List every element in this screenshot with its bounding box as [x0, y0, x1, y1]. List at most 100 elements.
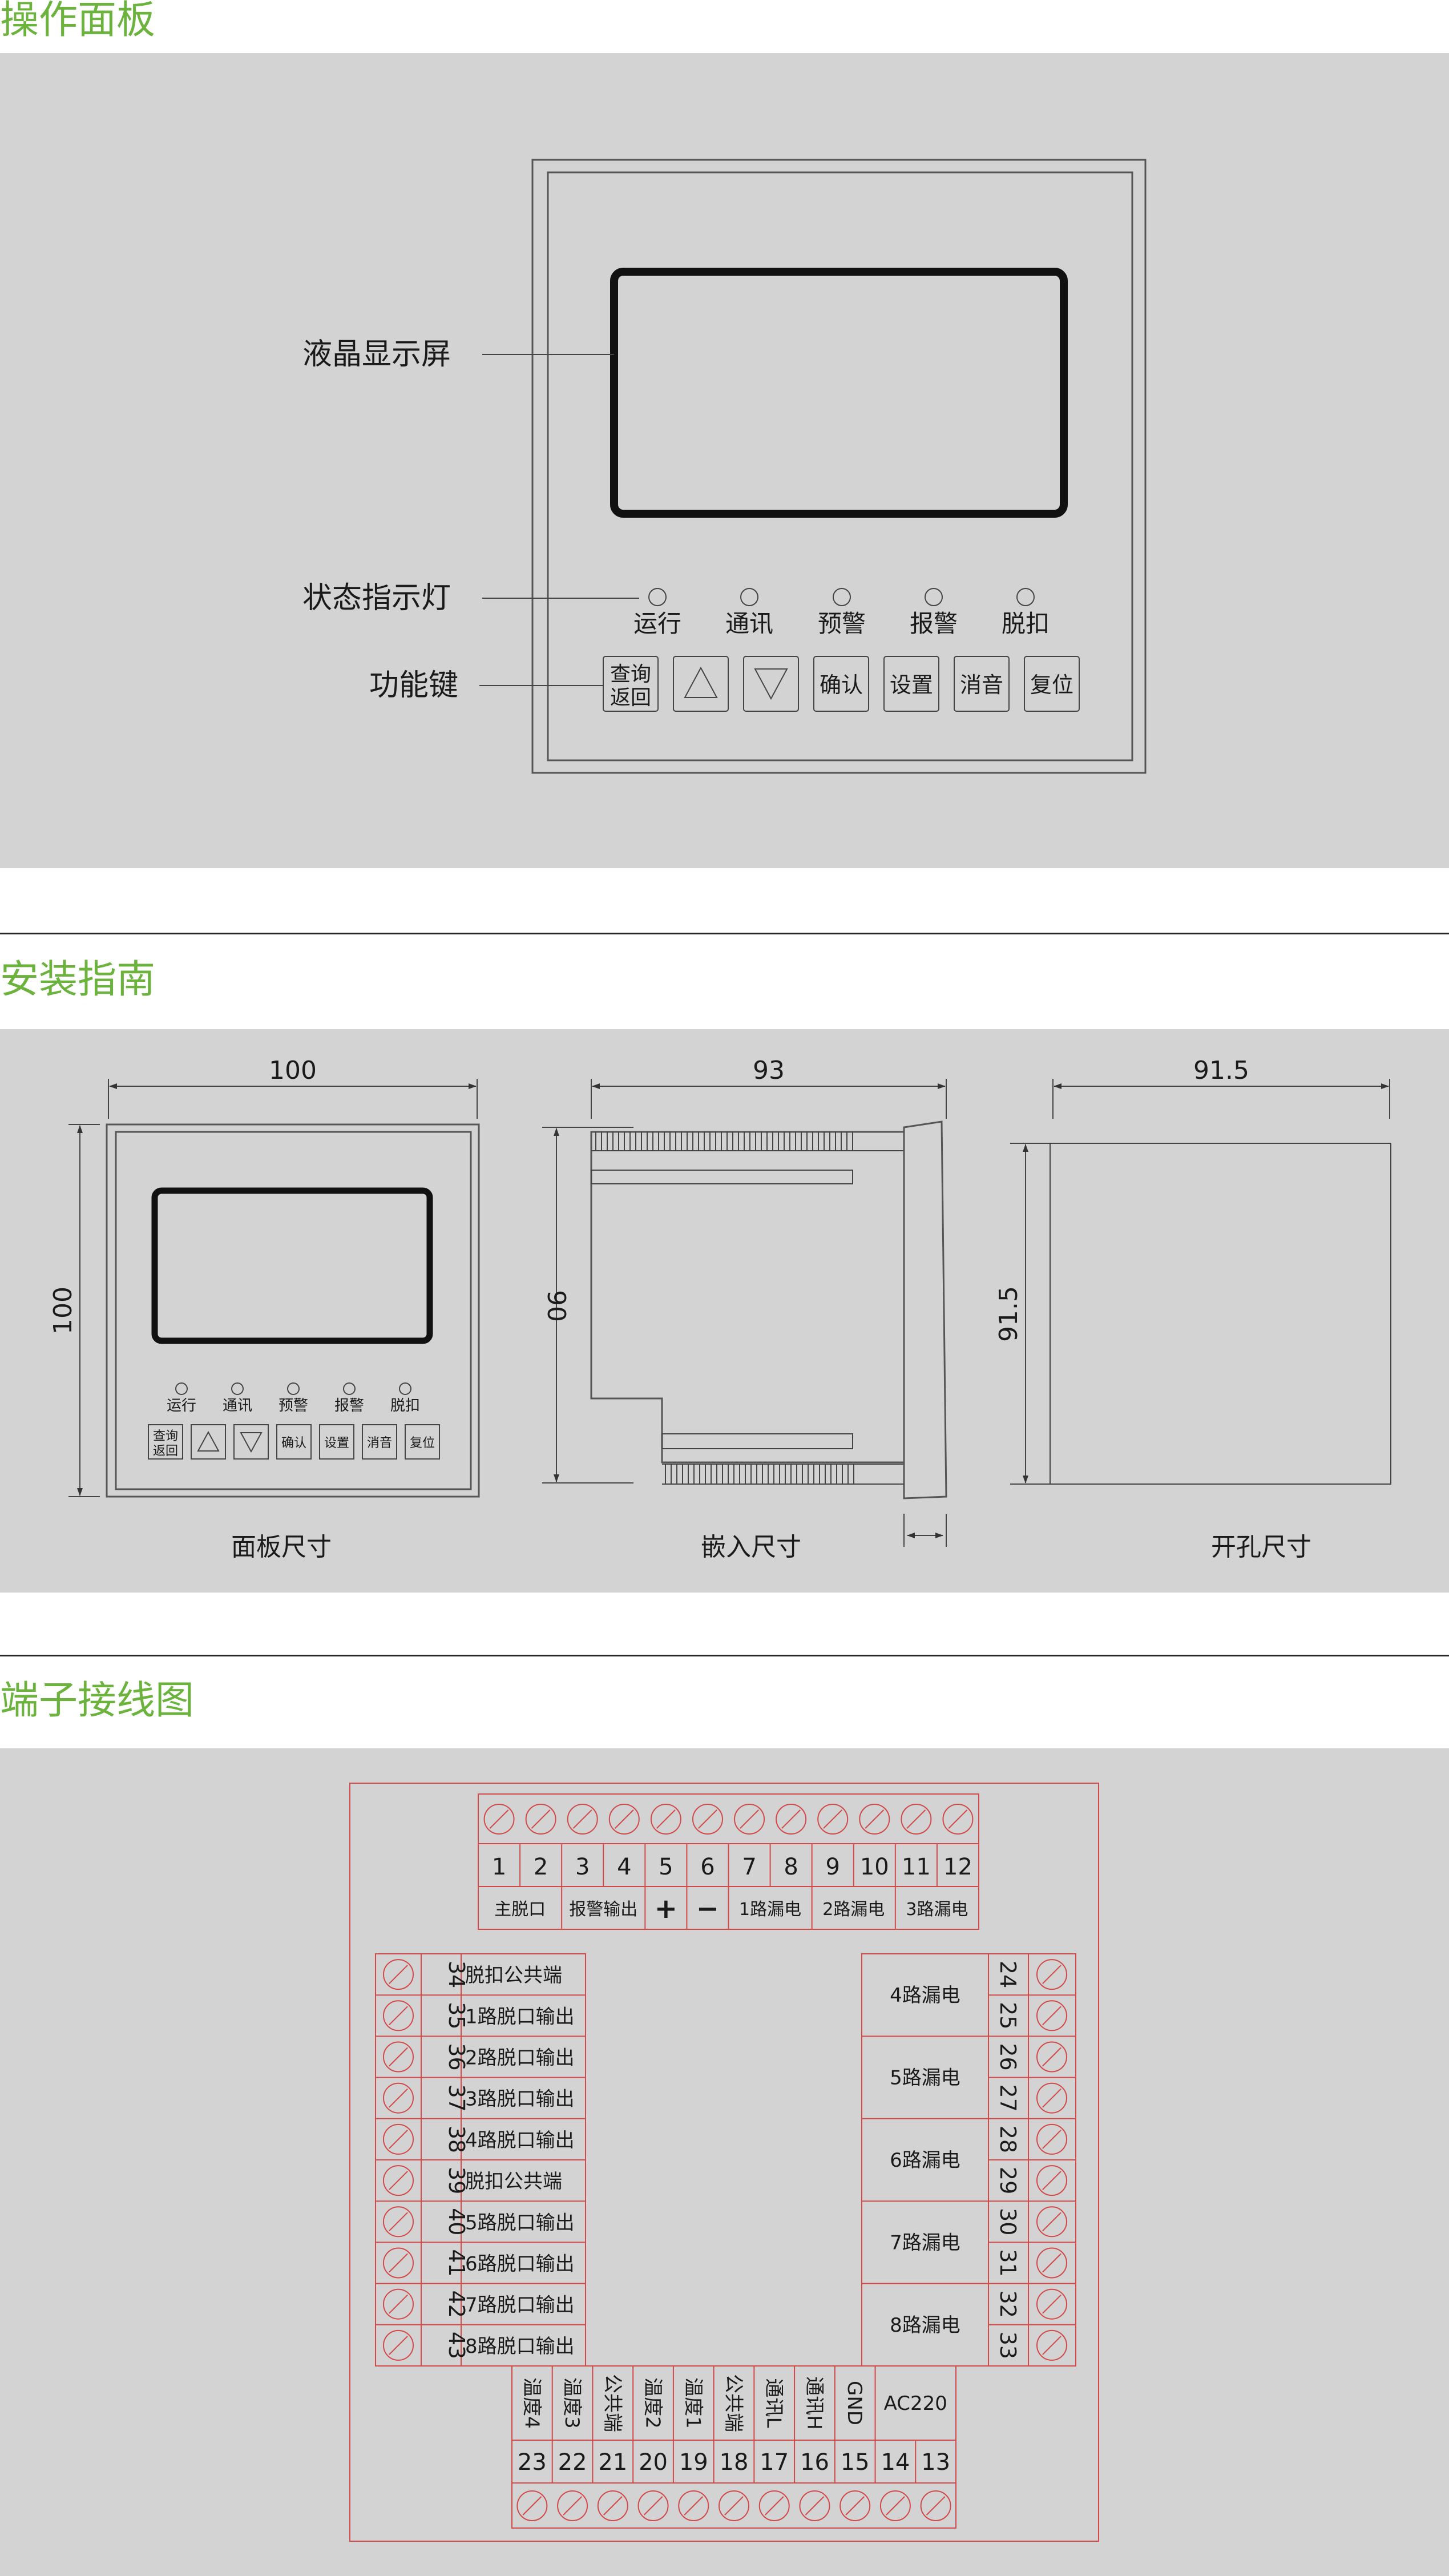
indicator-comm: 通讯: [725, 588, 773, 638]
screw-slot: [698, 1809, 717, 1829]
screw-slot: [740, 1809, 759, 1829]
panel-size-caption: 面板尺寸: [231, 1533, 332, 1562]
mini-down-icon: [240, 1432, 263, 1453]
terminal-label: GND: [843, 2381, 866, 2425]
terminal-label: 7路脱口输出: [465, 2294, 575, 2317]
terminal-number: 9: [825, 1854, 839, 1880]
indicator-label: 运行: [633, 610, 681, 638]
terminal-group-label: −: [696, 1893, 719, 1925]
mini-key-label: 查询: [153, 1429, 178, 1444]
cutout-height-value: 91.5: [994, 1286, 1023, 1342]
terminal-number: 18: [720, 2449, 749, 2476]
panel-height-value: 100: [49, 1287, 78, 1335]
terminal-number: 21: [598, 2449, 627, 2476]
screw-slot: [531, 1809, 551, 1829]
screw-slot: [1042, 1965, 1061, 1984]
down-triangle-icon: [754, 668, 788, 700]
down-key[interactable]: [743, 656, 799, 712]
embed-width-value: 93: [753, 1056, 785, 1085]
terminal-label: 3路脱口输出: [465, 2088, 575, 2111]
terminal-number: 20: [639, 2449, 668, 2476]
indicator-callout-label: 状态指示灯: [302, 581, 451, 615]
led-icon: [925, 588, 943, 606]
terminal-number: 13: [921, 2449, 950, 2476]
terminal-number: 29: [995, 2167, 1020, 2194]
mini-key-label: 复位: [410, 1436, 435, 1450]
terminal-number: 33: [995, 2332, 1020, 2359]
terminal-number: 11: [902, 1854, 931, 1880]
terminal-group-label: 8路漏电: [890, 2314, 960, 2337]
screw-slot: [684, 2496, 704, 2515]
indicator-alarm: 报警: [910, 588, 958, 638]
mini-up-icon: [197, 1430, 220, 1452]
mute-key[interactable]: 消音: [954, 656, 1010, 712]
terminal-number: 16: [800, 2449, 829, 2476]
diagram-canvas: 液晶显示屏 状态指示灯 功能键 运行 通讯 预警 报警 脱扣 查询 返回 确认 …: [49, 159, 1391, 2542]
screw-slot: [948, 1809, 968, 1829]
terminal-label: 公共端: [722, 2374, 745, 2432]
indicator-label: 脱扣: [1002, 610, 1050, 638]
lcd-screen: [610, 268, 1068, 518]
screw-slot: [389, 2006, 408, 2026]
query-return-key[interactable]: 查询 返回: [603, 656, 659, 712]
screw-slot: [906, 1809, 926, 1829]
screw-slot: [389, 1965, 408, 1984]
mini-key-label: 消音: [367, 1436, 392, 1450]
mini-key-label: 设置: [324, 1436, 349, 1450]
mini-indicator-label: 报警: [334, 1397, 364, 1414]
terminal-number: 32: [995, 2291, 1020, 2318]
led-icon: [1016, 588, 1035, 606]
screw-slot: [389, 2294, 408, 2314]
terminal-number: 8: [784, 1854, 798, 1880]
screw-slot: [764, 2496, 784, 2515]
reset-key[interactable]: 复位: [1024, 656, 1080, 712]
panel-width-value: 100: [269, 1056, 317, 1085]
terminal-group-label: 5路漏电: [890, 2067, 960, 2090]
mini-lcd-screen: [151, 1187, 433, 1344]
terminal-number: 15: [841, 2449, 870, 2476]
terminal-number: 12: [943, 1854, 972, 1880]
screw-slot: [805, 2496, 825, 2515]
up-key[interactable]: [673, 656, 729, 712]
mini-indicator-label: 预警: [279, 1397, 308, 1414]
terminal-number: 28: [995, 2126, 1020, 2153]
terminal-number: 19: [679, 2449, 708, 2476]
terminal-number: 17: [760, 2449, 789, 2476]
embed-height-value: 90: [542, 1290, 571, 1322]
confirm-key[interactable]: 确认: [813, 656, 869, 712]
terminal-label: 温度1: [681, 2377, 704, 2429]
screw-slot: [489, 1809, 509, 1829]
terminal-label: 8路脱口输出: [465, 2335, 575, 2358]
terminal-group-label: +: [655, 1893, 677, 1925]
screw-slot: [563, 2496, 582, 2515]
terminal-label: AC220: [884, 2392, 947, 2415]
terminal-label: 6路脱口输出: [465, 2253, 575, 2276]
terminal-number: 30: [995, 2208, 1020, 2235]
settings-key[interactable]: 设置: [883, 656, 939, 712]
screw-slot: [886, 2496, 905, 2515]
cutout-rectangle: [1050, 1143, 1391, 1485]
key-label: 设置: [890, 672, 933, 698]
screw-slot: [389, 2047, 408, 2067]
screw-slot: [389, 2336, 408, 2355]
mini-indicator-label: 运行: [167, 1397, 196, 1414]
led-icon: [648, 588, 667, 606]
screw-slot: [1042, 2088, 1061, 2108]
screw-slot: [845, 2496, 865, 2515]
screw-slot: [643, 2496, 663, 2515]
screw-slot: [614, 1809, 634, 1829]
terminal-number: 6: [700, 1854, 715, 1880]
screw-slot: [603, 2496, 623, 2515]
cutout-size-drawing: 91.5 91.5 开孔尺寸: [994, 1056, 1391, 1562]
terminal-number: 26: [995, 2043, 1020, 2070]
mini-indicator-label: 通讯: [223, 1397, 252, 1414]
terminal-number: 22: [558, 2449, 587, 2476]
screw-slot: [1042, 2171, 1061, 2190]
keys-callout-label: 功能键: [369, 668, 458, 703]
terminal-group-label: 主脱口: [494, 1900, 546, 1920]
led-icon: [740, 588, 758, 606]
screw-slot: [389, 2088, 408, 2108]
lcd-callout-label: 液晶显示屏: [302, 337, 451, 372]
terminal-group-label: 4路漏电: [890, 1984, 960, 2007]
terminal-label: 温度3: [560, 2377, 583, 2429]
